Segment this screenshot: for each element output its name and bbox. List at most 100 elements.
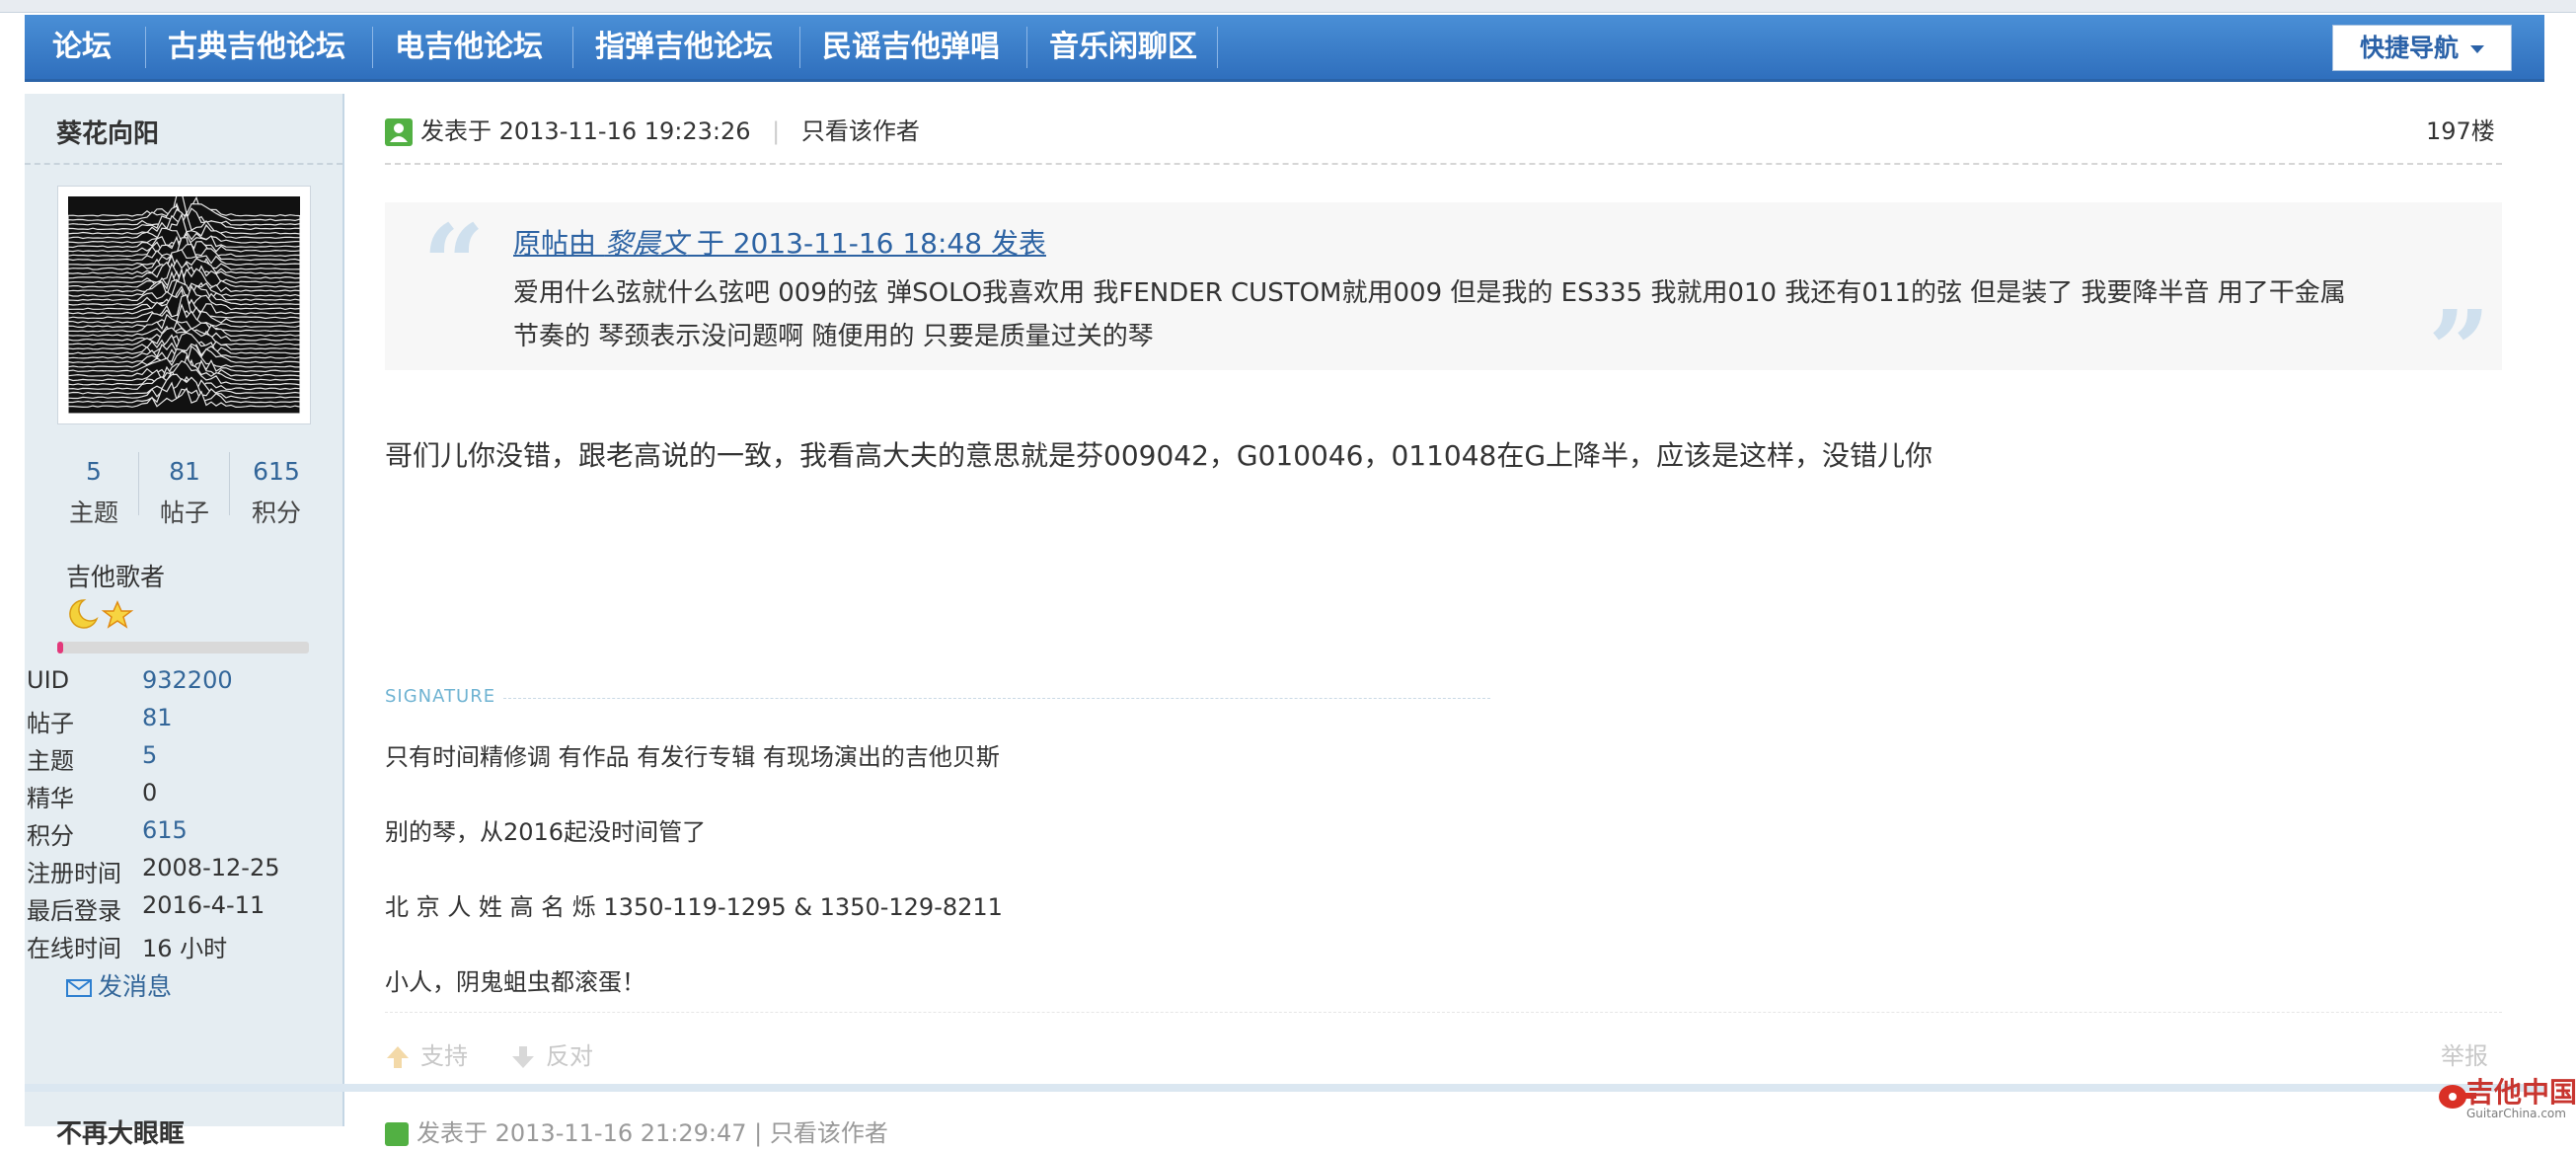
- floor-number[interactable]: 197楼: [2426, 112, 2495, 146]
- star-icon: [101, 600, 134, 629]
- info-label: 积分: [27, 822, 74, 850]
- quote-block: “ ” 原帖由 黎晨文 于 2013-11-16 18:48 发表 爱用什么弦就…: [385, 200, 2502, 405]
- browser-tab-strip: [0, 0, 2576, 13]
- info-value: 2008-12-25: [142, 854, 280, 882]
- divider: [25, 163, 342, 165]
- stat-value: 5: [86, 457, 102, 486]
- info-row-posts: 帖子 81: [27, 704, 173, 738]
- info-label: 在线时间: [27, 935, 121, 962]
- info-row-registered: 注册时间 2008-12-25: [27, 854, 279, 888]
- info-label: 注册时间: [27, 860, 121, 887]
- watermark-title: 吉他中国: [2466, 1076, 2576, 1109]
- oppose-button[interactable]: 反对: [510, 1036, 593, 1071]
- thumb-up-icon: [387, 1046, 409, 1068]
- author-sidebar: 葵花向阳 5 主题 81 帖子 615 积分 吉他歌者 UID 932200 帖…: [25, 94, 344, 1126]
- divider: [385, 1012, 2502, 1013]
- signature-line: 小人，阴鬼蛆虫都滚蛋！: [385, 968, 645, 996]
- signature-divider: [503, 698, 1490, 699]
- next-post-time: 发表于 2013-11-16 21:29:47 | 只看该作者: [417, 1119, 888, 1147]
- rank-badges: [66, 597, 135, 635]
- support-label: 支持: [420, 1042, 468, 1070]
- stat-threads[interactable]: 5 主题: [49, 457, 138, 529]
- nav-item-folk-guitar[interactable]: 民谣吉他弹唱: [822, 15, 1000, 79]
- info-row-points: 积分 615: [27, 816, 188, 851]
- avatar-frame[interactable]: [57, 186, 311, 424]
- post-time: 发表于 2013-11-16 19:23:26: [420, 117, 751, 145]
- nav-item-forum[interactable]: 论坛: [52, 15, 112, 79]
- meta-divider: |: [772, 117, 781, 145]
- envelope-icon: [66, 979, 92, 997]
- info-row-uid: UID 932200: [27, 666, 233, 694]
- nav-divider: [799, 27, 800, 68]
- info-value[interactable]: 932200: [142, 666, 233, 694]
- info-value: 2016-4-11: [142, 891, 265, 919]
- stat-label: 帖子: [159, 498, 209, 527]
- divider: [229, 452, 230, 515]
- signature-line: 只有时间精修调 有作品 有发行专辑 有现场演出的吉他贝斯: [385, 743, 1000, 771]
- nav-item-electric-guitar[interactable]: 电吉他论坛: [395, 15, 543, 79]
- divider: [138, 452, 139, 515]
- info-row-online-time: 在线时间 16 小时: [27, 929, 227, 963]
- stat-label: 主题: [68, 498, 118, 527]
- nav-divider: [1217, 27, 1218, 68]
- info-value[interactable]: 615: [142, 816, 188, 844]
- avatar[interactable]: [67, 191, 301, 415]
- info-label: 帖子: [27, 710, 74, 737]
- info-row-threads: 主题 5: [27, 741, 157, 776]
- avatar-image: [67, 191, 301, 415]
- chevron-down-icon: [2470, 45, 2484, 53]
- watermark-url: GuitarChina.com: [2466, 1107, 2566, 1120]
- info-value[interactable]: 5: [142, 741, 157, 769]
- signature-line: 北 京 人 姓 高 名 烁 1350-119-1295 & 1350-129-8…: [385, 893, 1003, 921]
- close-quote-icon: ”: [2428, 286, 2491, 414]
- stat-label: 积分: [251, 498, 301, 527]
- nav-divider: [1026, 27, 1027, 68]
- nav-item-classical-guitar[interactable]: 古典吉他论坛: [168, 15, 345, 79]
- quote-text: 爱用什么弦就什么弦吧 009的弦 弹SOLO我喜欢用 我FENDER CUSTO…: [513, 278, 2346, 351]
- quote-source-link[interactable]: 原帖由 黎晨文 于 2013-11-16 18:48 发表: [513, 222, 1046, 262]
- open-quote-icon: “: [422, 200, 486, 328]
- info-value: 0: [142, 779, 158, 806]
- send-message-link[interactable]: 发消息: [66, 967, 172, 1003]
- stat-posts[interactable]: 81 帖子: [140, 457, 229, 529]
- moon-icon: [69, 599, 99, 629]
- only-author-link[interactable]: 只看该作者: [801, 117, 920, 145]
- stat-value: 615: [253, 457, 300, 486]
- stat-points[interactable]: 615 积分: [232, 457, 321, 529]
- site-watermark: 吉他中国 GuitarChina.com: [2423, 1071, 2576, 1126]
- author-name[interactable]: 葵花向阳: [56, 114, 159, 150]
- thumb-down-icon: [512, 1046, 534, 1068]
- info-value: 16 小时: [142, 935, 228, 962]
- level-progress-bar: [57, 642, 309, 653]
- post-meta: 发表于 2013-11-16 19:23:26 | 只看该作者: [385, 112, 920, 146]
- info-label: UID: [27, 666, 70, 694]
- quote-author: 黎晨文: [604, 227, 688, 260]
- quick-nav-label: 快捷导航: [2359, 34, 2459, 62]
- next-author-name[interactable]: 不再大眼眶: [56, 1113, 185, 1150]
- nav-item-fingerstyle[interactable]: 指弹吉他论坛: [595, 15, 773, 79]
- stat-value: 81: [169, 457, 200, 486]
- quote-prefix: 原帖由: [513, 227, 605, 260]
- quote-suffix: 于 2013-11-16 18:48 发表: [687, 227, 1046, 260]
- nav-item-music-chat[interactable]: 音乐闲聊区: [1049, 15, 1197, 79]
- report-link[interactable]: 举报: [2441, 1036, 2488, 1071]
- signature-label: SIGNATURE: [385, 686, 496, 707]
- next-post-meta: 发表于 2013-11-16 21:29:47 | 只看该作者: [385, 1113, 888, 1148]
- level-progress-fill: [57, 642, 63, 653]
- info-label: 最后登录: [27, 897, 121, 925]
- online-status-icon: [385, 118, 413, 146]
- oppose-label: 反对: [546, 1042, 593, 1070]
- nav-divider: [572, 27, 573, 68]
- support-button[interactable]: 支持: [385, 1036, 468, 1071]
- info-label: 主题: [27, 747, 74, 775]
- signature-line: 别的琴，从2016起没时间管了: [385, 818, 707, 846]
- info-row-digest: 精华 0: [27, 779, 157, 813]
- info-value[interactable]: 81: [142, 704, 173, 731]
- info-row-last-login: 最后登录 2016-4-11: [27, 891, 265, 926]
- info-label: 精华: [27, 785, 74, 812]
- quick-nav-button[interactable]: 快捷导航: [2332, 25, 2512, 71]
- nav-divider: [372, 27, 373, 68]
- divider: [385, 163, 2502, 165]
- send-message-label: 发消息: [98, 972, 173, 1001]
- post-separator: [25, 1084, 2544, 1092]
